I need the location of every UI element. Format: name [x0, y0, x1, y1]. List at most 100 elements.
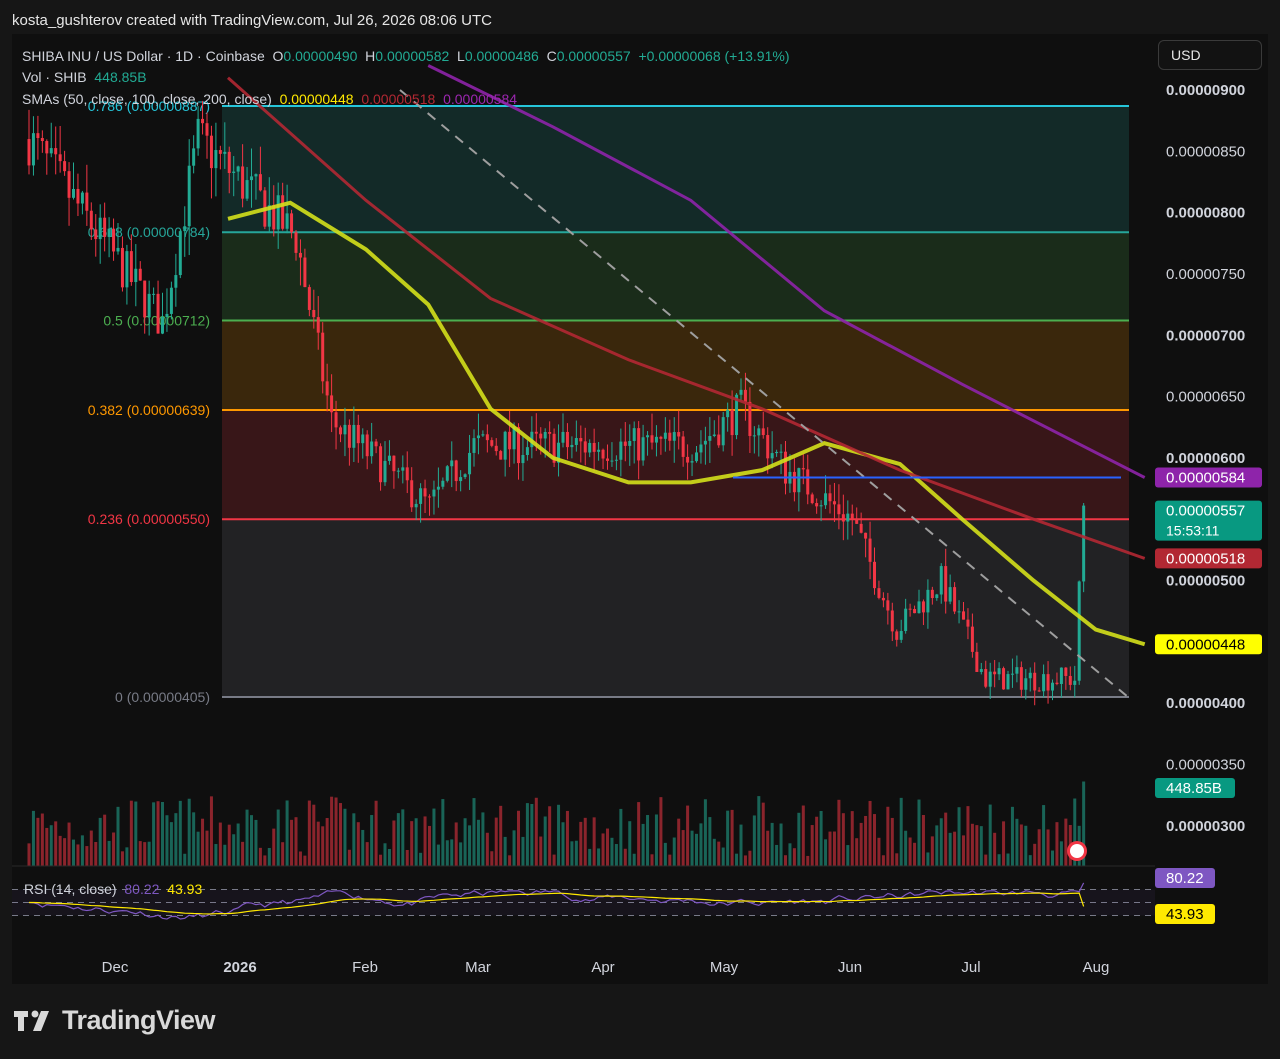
- price-chart-svg[interactable]: 0.786 (0.00000887)0.618 (0.00000784)0.5 …: [12, 34, 1268, 984]
- sma-legend: SMAs (50, close, 100, close, 200, close)…: [22, 91, 517, 107]
- volume-bar: [347, 849, 351, 866]
- x-tick-label: Jun: [838, 959, 862, 976]
- candle-body: [49, 148, 53, 154]
- y-tick-label: 0.00000400: [1166, 695, 1245, 712]
- x-tick-label: Dec: [102, 959, 129, 976]
- candle-body: [1028, 672, 1032, 679]
- volume-bar: [672, 837, 676, 866]
- volume-bar: [432, 808, 436, 866]
- candle-body: [868, 538, 872, 562]
- tradingview-logo[interactable]: TradingView: [14, 1005, 216, 1036]
- volume-bar: [45, 827, 49, 866]
- volume-bar: [517, 810, 520, 866]
- volume-bar: [895, 853, 899, 866]
- volume-bar: [267, 847, 271, 866]
- currency-selector-button[interactable]: USD: [1158, 40, 1262, 70]
- volume-bar: [561, 822, 565, 866]
- candle-body: [481, 434, 485, 436]
- candle-body: [27, 139, 31, 166]
- candle-body: [899, 631, 903, 640]
- candle-body: [864, 532, 868, 539]
- candle-body: [748, 401, 752, 436]
- volume-bar: [1046, 829, 1050, 866]
- volume-bar: [601, 833, 605, 866]
- candle-body: [1059, 667, 1063, 684]
- volume-bar: [748, 850, 752, 866]
- volume-bar: [552, 854, 556, 866]
- candle-body: [565, 431, 569, 448]
- volume-bar: [414, 818, 418, 866]
- candle-body: [917, 601, 921, 614]
- volume-bar: [708, 817, 712, 866]
- volume-bar: [396, 813, 400, 866]
- candle-body: [846, 513, 850, 522]
- candle-body: [881, 597, 885, 601]
- candle-body: [503, 431, 507, 460]
- rsi-badge-text-1: 43.93: [1166, 906, 1204, 923]
- candle-body: [445, 466, 449, 481]
- candle-body: [721, 417, 725, 446]
- candle-body: [472, 438, 476, 453]
- fib-label-5: 0 (0.00000405): [115, 689, 210, 705]
- candle-body: [561, 431, 565, 443]
- candle-body: [979, 669, 983, 672]
- tradingview-brand-text: TradingView: [62, 1005, 216, 1035]
- volume-bar: [196, 831, 200, 866]
- volume-bar: [245, 809, 249, 866]
- volume-bar: [988, 804, 992, 866]
- candle-body: [209, 135, 213, 169]
- candle-body: [988, 671, 992, 687]
- volume-bar: [276, 809, 280, 866]
- candle-body: [254, 174, 258, 177]
- volume-bar: [214, 844, 218, 866]
- volume-bar: [543, 816, 547, 866]
- candle-body: [245, 180, 249, 199]
- volume-bar: [169, 822, 173, 866]
- symbol-name: SHIBA INU / US Dollar · 1D · Coinbase: [22, 48, 265, 64]
- volume-bar: [539, 836, 543, 866]
- volume-bar: [450, 839, 454, 866]
- volume-bar: [832, 831, 836, 866]
- volume-bar: [58, 835, 62, 866]
- y-tick-label: 0.00000650: [1166, 389, 1245, 406]
- candle-body: [1033, 672, 1037, 691]
- candle-body: [454, 460, 458, 482]
- volume-bar: [272, 828, 276, 866]
- volume-bar: [298, 851, 302, 866]
- candle-body: [614, 459, 618, 461]
- volume-bar: [76, 844, 80, 866]
- candle-body: [347, 424, 351, 448]
- volume-bar: [962, 835, 965, 866]
- volume-bar: [864, 815, 868, 866]
- chart-area[interactable]: 0.786 (0.00000887) 0.618 (0.00000784) 0.5 …: [12, 34, 1268, 984]
- candle-body: [890, 610, 894, 632]
- candle-body: [67, 171, 71, 198]
- candle-body: [539, 433, 543, 439]
- volume-bar: [441, 799, 445, 866]
- volume-bar: [49, 825, 53, 866]
- candle-body: [401, 467, 405, 471]
- candle-body: [628, 440, 632, 446]
- volume-bar: [668, 854, 672, 866]
- candle-body: [717, 434, 721, 446]
- candle-body: [436, 486, 440, 490]
- volume-bar: [178, 800, 182, 866]
- volume-bar: [1015, 818, 1019, 866]
- candle-body: [948, 587, 952, 602]
- volume-bar: [187, 798, 191, 866]
- volume-bar: [485, 832, 489, 866]
- candle-body: [116, 247, 120, 252]
- volume-bar: [739, 824, 743, 866]
- candle-body: [361, 434, 365, 444]
- volume-bar: [868, 800, 872, 866]
- candle-body: [930, 589, 934, 599]
- candle-body: [459, 477, 463, 482]
- volume-bar: [641, 823, 645, 866]
- volume-bar: [984, 854, 988, 866]
- volume-bar: [343, 808, 347, 866]
- candle-body: [129, 251, 133, 283]
- candle-body: [490, 440, 494, 446]
- volume-bar: [548, 806, 552, 866]
- volume-bar: [490, 851, 494, 866]
- candle-body: [1055, 682, 1059, 684]
